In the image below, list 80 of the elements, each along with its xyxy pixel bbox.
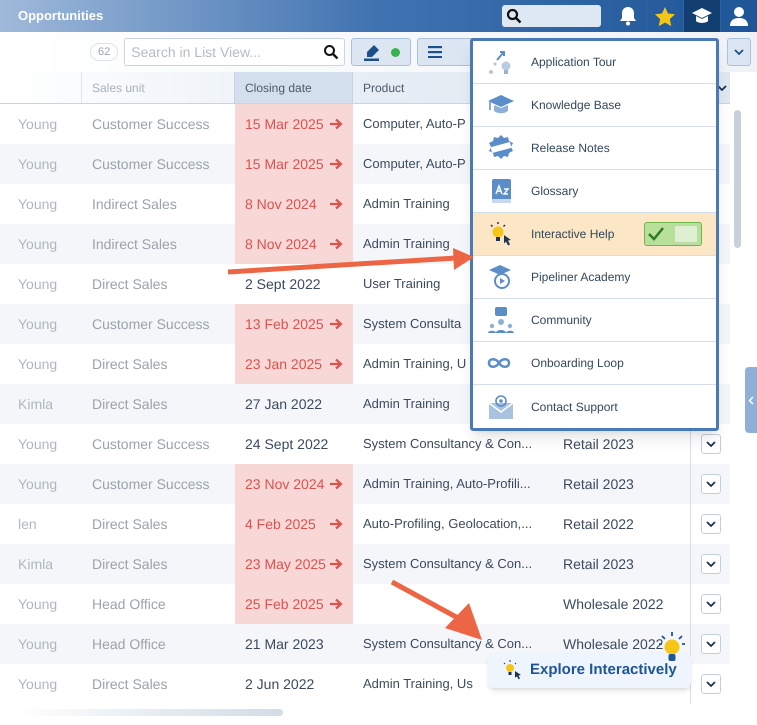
owner-cell: Young: [18, 236, 58, 252]
owner-cell: Young: [18, 476, 58, 492]
owner-cell: Young: [18, 156, 58, 172]
table-cell: Direct Sales: [92, 556, 168, 572]
table-cell: Computer, Auto-P: [363, 156, 466, 172]
menu-item[interactable]: Release Notes: [473, 127, 716, 170]
menu-item[interactable]: Pipeliner Academy: [473, 256, 716, 299]
table-cell: System Consultancy & Con...: [363, 636, 532, 652]
table-cell: Computer, Auto-P: [363, 116, 466, 132]
table-cell: Customer Success: [92, 316, 210, 332]
table-cell: Retail 2023: [563, 556, 634, 572]
owner-cell: Young: [18, 676, 58, 692]
owner-cell: len: [18, 516, 37, 532]
date-text: 2 Jun 2022: [245, 674, 314, 694]
explore-callout[interactable]: Explore Interactively: [488, 652, 691, 688]
owner-cell: Young: [18, 316, 58, 332]
table-cell: Customer Success: [92, 156, 210, 172]
table-cell: System Consultancy & Con...: [363, 556, 532, 572]
table-cell: Direct Sales: [92, 676, 168, 692]
menu-item[interactable]: Community: [473, 299, 716, 342]
table-cell: Head Office: [92, 596, 166, 612]
table-cell: User Training: [363, 276, 440, 292]
table-cell: Retail 2023: [563, 436, 634, 452]
column-header[interactable]: Closing date: [235, 72, 353, 103]
table-cell: Indirect Sales: [92, 236, 177, 252]
table-cell: Admin Training: [363, 236, 450, 252]
owner-cell: Young: [18, 436, 58, 452]
table-cell: Retail 2022: [563, 516, 634, 532]
menu-item[interactable]: Interactive Help: [473, 213, 716, 256]
table-cell: Admin Training, Auto-Profili...: [363, 476, 531, 492]
menu-item[interactable]: Application Tour: [473, 41, 716, 84]
table-cell: Indirect Sales: [92, 196, 177, 212]
table-cell: System Consulta: [363, 316, 462, 332]
owner-cell: Young: [18, 276, 58, 292]
date-text: 24 Sept 2022: [245, 434, 328, 454]
date-text: 13 Feb 2025: [245, 314, 324, 334]
owner-cell: Kimla: [18, 556, 54, 572]
owner-cell: Kimla: [18, 396, 54, 412]
table-cell: Admin Training, Us: [363, 676, 473, 692]
table-cell: Customer Success: [92, 116, 210, 132]
count-badge: 62: [90, 43, 118, 61]
date-text: 23 Nov 2024: [245, 474, 324, 494]
date-text: 15 Mar 2025: [245, 114, 324, 134]
date-text: 4 Feb 2025: [245, 514, 316, 534]
menu-item[interactable]: Onboarding Loop: [473, 342, 716, 385]
owner-cell: Young: [18, 196, 58, 212]
date-text: 8 Nov 2024: [245, 194, 317, 214]
table-cell: Customer Success: [92, 436, 210, 452]
table-cell: Direct Sales: [92, 396, 168, 412]
table-cell: Wholesale 2022: [563, 636, 664, 652]
table-cell: Direct Sales: [92, 276, 168, 292]
table-cell: System Consultancy & Con...: [363, 436, 532, 452]
table-cell: Admin Training, U: [363, 356, 466, 372]
table-cell: Customer Success: [92, 476, 210, 492]
owner-cell: Young: [18, 116, 58, 132]
date-text: 23 May 2025: [245, 554, 326, 574]
callout-text: Explore Interactively: [530, 660, 677, 680]
owner-cell: Young: [18, 596, 58, 612]
table-cell: Admin Training: [363, 196, 450, 212]
date-text: 21 Mar 2023: [245, 634, 324, 654]
search-field[interactable]: Search in List View...: [124, 38, 346, 66]
table-cell: Admin Training: [363, 396, 450, 412]
date-text: 8 Nov 2024: [245, 234, 317, 254]
table-cell: Direct Sales: [92, 516, 168, 532]
table-cell: Direct Sales: [92, 356, 168, 372]
date-text: 27 Jan 2022: [245, 394, 322, 414]
table-cell: Retail 2023: [563, 476, 634, 492]
owner-cell: Young: [18, 356, 58, 372]
menu-item[interactable]: Knowledge Base: [473, 84, 716, 127]
date-text: 15 Mar 2025: [245, 154, 324, 174]
table-cell: Wholesale 2022: [563, 596, 664, 612]
table-cell: Auto-Profiling, Geolocation,...: [363, 516, 532, 532]
menu-item[interactable]: Glossary: [473, 170, 716, 213]
table-cell: Head Office: [92, 636, 166, 652]
owner-cell: Young: [18, 636, 58, 652]
date-text: 2 Sept 2022: [245, 274, 321, 294]
date-text: 23 Jan 2025: [245, 354, 322, 374]
date-text: 25 Feb 2025: [245, 594, 324, 614]
page-title: Opportunities: [17, 7, 104, 26]
menu-item[interactable]: Contact Support: [473, 385, 716, 428]
